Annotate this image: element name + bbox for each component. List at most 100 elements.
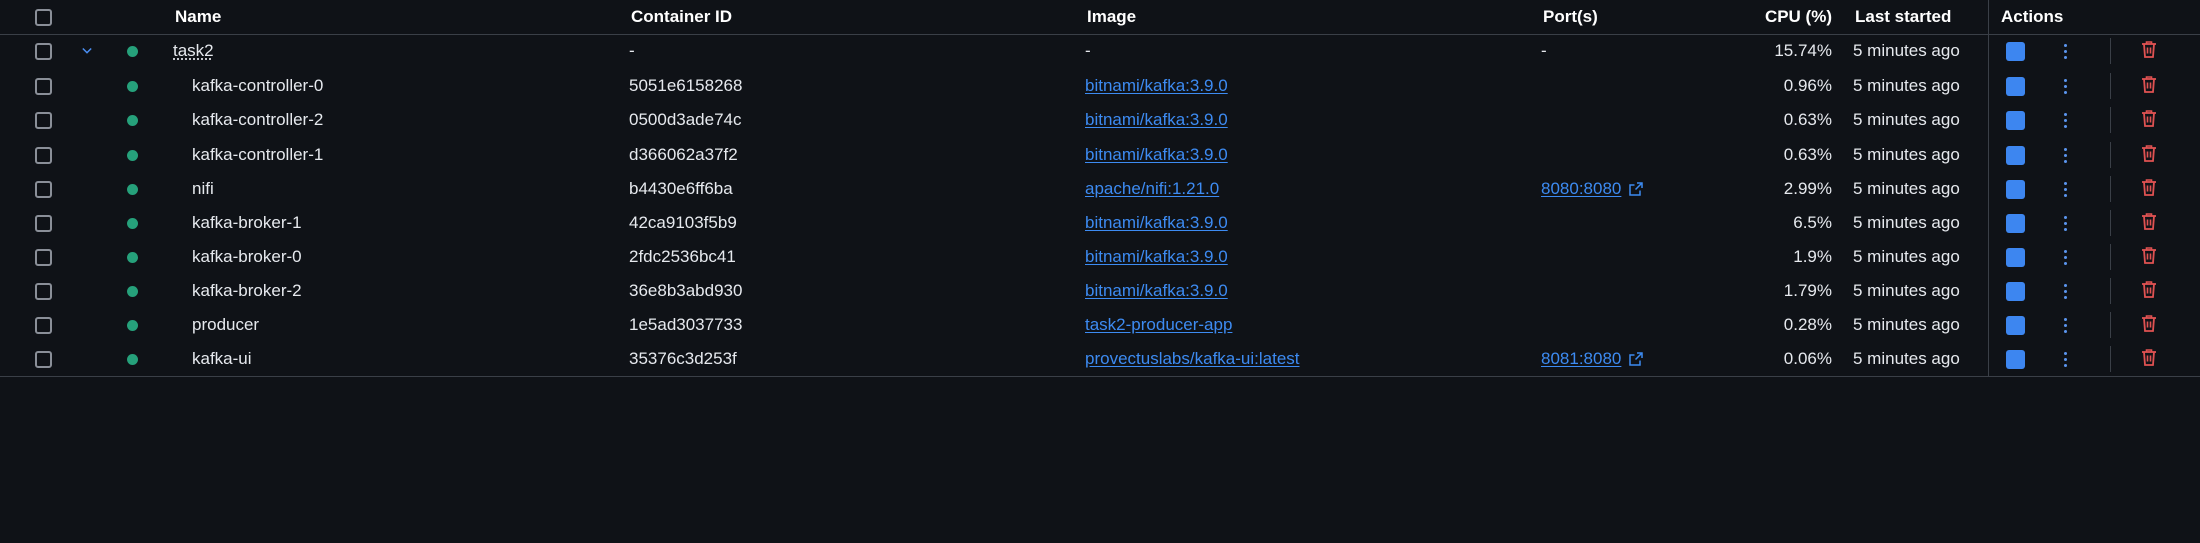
- stop-button[interactable]: [2006, 206, 2025, 240]
- row-checkbox[interactable]: [35, 350, 52, 368]
- stop-button[interactable]: [2006, 103, 2025, 137]
- group-name[interactable]: task2: [173, 34, 214, 68]
- action-divider: [2110, 278, 2111, 304]
- select-all-checkbox-cell: [35, 0, 52, 34]
- row-checkbox[interactable]: [35, 316, 52, 334]
- container-name[interactable]: kafka-controller-0: [192, 69, 323, 103]
- more-button[interactable]: [2064, 342, 2067, 376]
- container-id: d366062a37f2: [629, 145, 738, 164]
- more-button[interactable]: [2064, 34, 2067, 68]
- row-checkbox[interactable]: [35, 180, 52, 198]
- stop-button[interactable]: [2006, 172, 2025, 206]
- stop-button[interactable]: [2006, 274, 2025, 308]
- image-link[interactable]: bitnami/kafka:3.9.0: [1085, 145, 1228, 165]
- container-name[interactable]: kafka-ui: [192, 342, 252, 376]
- row-checkbox[interactable]: [35, 111, 52, 129]
- delete-button[interactable]: [2139, 342, 2159, 376]
- image-link[interactable]: bitnami/kafka:3.9.0: [1085, 110, 1228, 130]
- container-row[interactable]: kafka-controller-2 0500d3ade74c bitnami/…: [0, 103, 2200, 137]
- delete-button[interactable]: [2139, 138, 2159, 172]
- row-checkbox[interactable]: [35, 77, 52, 95]
- stop-button[interactable]: [2006, 34, 2025, 68]
- container-row[interactable]: kafka-ui 35376c3d253f provectuslabs/kafk…: [0, 342, 2200, 376]
- status-cell: [127, 172, 138, 206]
- row-checkbox[interactable]: [35, 282, 52, 300]
- header-cpu[interactable]: CPU (%): [1740, 0, 1832, 34]
- container-row[interactable]: kafka-controller-1 d366062a37f2 bitnami/…: [0, 138, 2200, 172]
- header-image[interactable]: Image: [1087, 0, 1136, 34]
- row-checkbox[interactable]: [35, 146, 52, 164]
- delete-button[interactable]: [2139, 172, 2159, 206]
- more-button[interactable]: [2064, 274, 2067, 308]
- container-row[interactable]: kafka-broker-0 2fdc2536bc41 bitnami/kafk…: [0, 240, 2200, 274]
- container-row[interactable]: nifi b4430e6ff6ba apache/nifi:1.21.0 808…: [0, 172, 2200, 206]
- image-link[interactable]: apache/nifi:1.21.0: [1085, 179, 1219, 199]
- delete-button[interactable]: [2139, 240, 2159, 274]
- more-button[interactable]: [2064, 138, 2067, 172]
- port-link[interactable]: 8081:8080: [1541, 349, 1621, 369]
- group-name-label[interactable]: task2: [173, 41, 214, 61]
- container-row[interactable]: kafka-broker-2 36e8b3abd930 bitnami/kafk…: [0, 274, 2200, 308]
- header-last-started[interactable]: Last started: [1855, 0, 1951, 34]
- compose-group-row[interactable]: task2 - - - 15.74% 5 minutes ago: [0, 34, 2200, 68]
- image-link[interactable]: bitnami/kafka:3.9.0: [1085, 213, 1228, 233]
- container-name[interactable]: kafka-controller-2: [192, 103, 323, 137]
- more-button[interactable]: [2064, 308, 2067, 342]
- delete-button[interactable]: [2139, 274, 2159, 308]
- external-link-icon[interactable]: [1629, 352, 1644, 366]
- cpu-usage: 0.06%: [1783, 349, 1832, 368]
- container-row[interactable]: kafka-controller-0 5051e6158268 bitnami/…: [0, 69, 2200, 103]
- row-checkbox[interactable]: [35, 214, 52, 232]
- stop-icon: [2006, 213, 2025, 233]
- header-name[interactable]: Name: [175, 0, 221, 34]
- delete-button[interactable]: [2139, 34, 2159, 68]
- container-name[interactable]: nifi: [192, 172, 214, 206]
- image-link[interactable]: bitnami/kafka:3.9.0: [1085, 76, 1228, 96]
- container-name[interactable]: kafka-broker-1: [192, 206, 302, 240]
- delete-button[interactable]: [2139, 308, 2159, 342]
- container-name[interactable]: kafka-controller-1: [192, 138, 323, 172]
- stop-icon: [2006, 76, 2025, 96]
- container-id: 0500d3ade74c: [629, 110, 742, 129]
- more-button[interactable]: [2064, 69, 2067, 103]
- expand-toggle[interactable]: [82, 34, 92, 68]
- image-link[interactable]: bitnami/kafka:3.9.0: [1085, 247, 1228, 267]
- image-link[interactable]: task2-producer-app: [1085, 315, 1232, 335]
- more-button[interactable]: [2064, 206, 2067, 240]
- delete-button[interactable]: [2139, 69, 2159, 103]
- port-link[interactable]: 8080:8080: [1541, 179, 1621, 199]
- external-link-icon[interactable]: [1629, 182, 1644, 196]
- stop-button[interactable]: [2006, 69, 2025, 103]
- more-button[interactable]: [2064, 240, 2067, 274]
- header-ports[interactable]: Port(s): [1543, 0, 1598, 34]
- select-all-checkbox[interactable]: [35, 8, 52, 26]
- image-link[interactable]: bitnami/kafka:3.9.0: [1085, 281, 1228, 301]
- row-checkbox[interactable]: [35, 248, 52, 266]
- stop-button[interactable]: [2006, 342, 2025, 376]
- row-checkbox-cell: [35, 69, 52, 103]
- group-image: -: [1085, 41, 1091, 60]
- trash-icon: [2139, 313, 2159, 338]
- container-row[interactable]: kafka-broker-1 42ca9103f5b9 bitnami/kafk…: [0, 206, 2200, 240]
- status-running-dot: [127, 80, 138, 92]
- image-cell: bitnami/kafka:3.9.0: [1085, 138, 1228, 172]
- container-name[interactable]: kafka-broker-2: [192, 274, 302, 308]
- delete-button[interactable]: [2139, 103, 2159, 137]
- header-container-id[interactable]: Container ID: [631, 0, 732, 34]
- image-link[interactable]: provectuslabs/kafka-ui:latest: [1085, 349, 1300, 369]
- container-name[interactable]: producer: [192, 308, 259, 342]
- stop-button[interactable]: [2006, 240, 2025, 274]
- stop-icon: [2006, 247, 2025, 267]
- more-button[interactable]: [2064, 103, 2067, 137]
- stop-button[interactable]: [2006, 138, 2025, 172]
- container-row[interactable]: producer 1e5ad3037733 task2-producer-app…: [0, 308, 2200, 342]
- more-button[interactable]: [2064, 172, 2067, 206]
- trash-icon: [2139, 108, 2159, 133]
- image-cell: bitnami/kafka:3.9.0: [1085, 103, 1228, 137]
- status-running-dot: [127, 114, 138, 126]
- delete-button[interactable]: [2139, 206, 2159, 240]
- stop-button[interactable]: [2006, 308, 2025, 342]
- container-name[interactable]: kafka-broker-0: [192, 240, 302, 274]
- row-checkbox[interactable]: [35, 42, 52, 60]
- trash-icon: [2139, 143, 2159, 168]
